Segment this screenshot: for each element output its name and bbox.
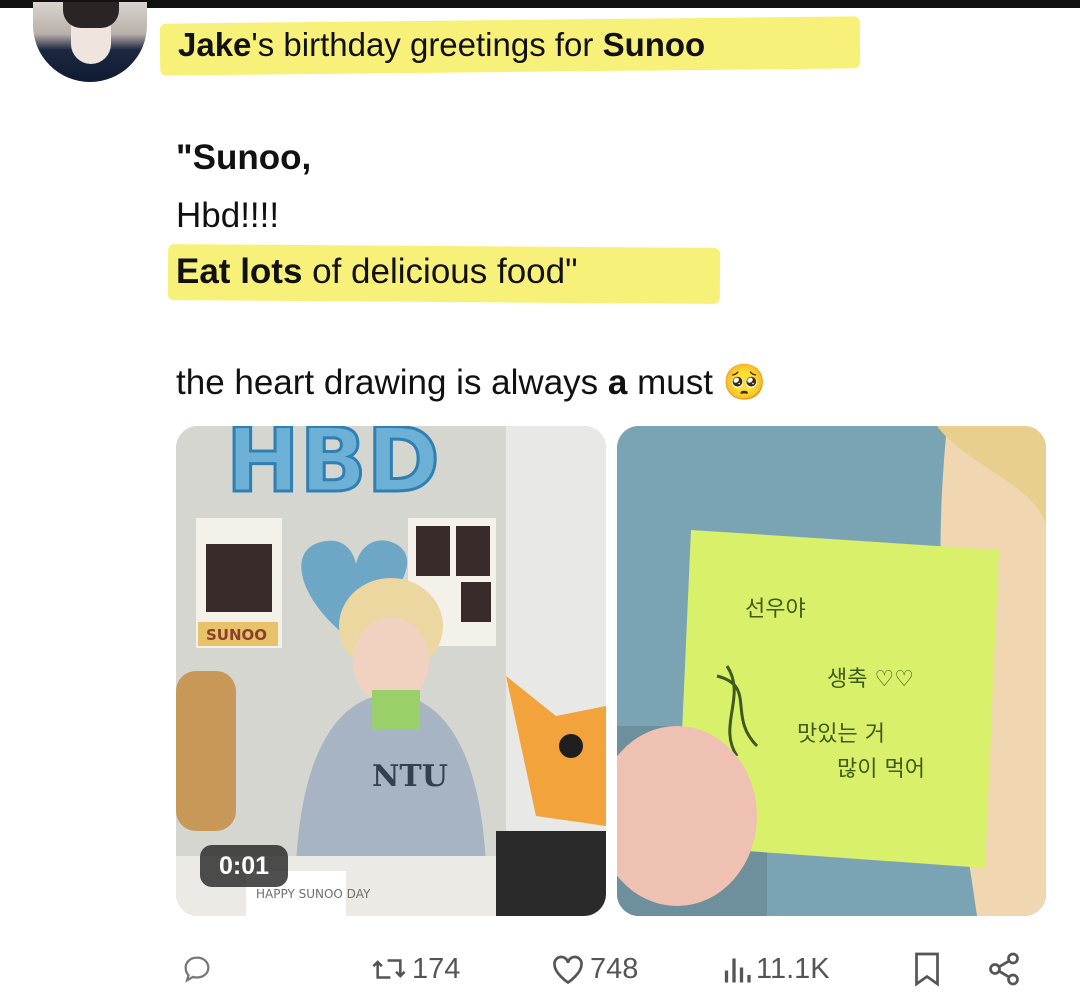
quote-line-3: Eat lots of delicious food" — [176, 252, 578, 292]
video-scene: HBD SUNOO NTU HAPPY SUNOO DAY — [176, 426, 606, 916]
quote-rest: of delicious food" — [302, 252, 578, 291]
reply-button[interactable] — [180, 945, 214, 993]
note-scene: 선우야 생축 ♡♡ 맛있는 거 많이 먹어 — [617, 426, 1046, 916]
retweet-button[interactable]: 174 — [370, 945, 460, 993]
avatar[interactable] — [33, 2, 147, 82]
bookmark-icon — [915, 952, 939, 987]
title-name-jake[interactable]: Jake — [178, 26, 251, 63]
views-count: 11.1K — [756, 952, 830, 985]
top-bar — [0, 0, 1080, 8]
comment-line: the heart drawing is always a must 🥺 — [176, 362, 766, 403]
shirt-text: NTU — [372, 759, 448, 794]
note-line-3: 맛있는 거 — [797, 722, 885, 747]
like-count: 748 — [590, 952, 639, 985]
image-thumbnail[interactable]: 선우야 생축 ♡♡ 맛있는 거 많이 먹어 — [617, 426, 1046, 916]
avatar-hair — [63, 2, 119, 28]
pleading-emoji-icon: 🥺 — [722, 363, 767, 402]
retweet-count: 174 — [412, 952, 461, 985]
note-line-4: 많이 먹어 — [837, 757, 925, 782]
hbd-balloons: HBD — [226, 426, 440, 512]
comment-bold: a — [607, 363, 628, 402]
views-button[interactable]: 11.1K — [722, 945, 830, 993]
views-icon — [724, 958, 751, 983]
heart-icon — [553, 955, 583, 985]
share-icon — [989, 952, 1019, 986]
share-button[interactable] — [986, 945, 1022, 993]
cake-text: HAPPY SUNOO DAY — [256, 887, 371, 901]
video-thumbnail[interactable]: HBD SUNOO NTU HAPPY SUNOO DAY — [176, 426, 606, 916]
title-name-sunoo[interactable]: Sunoo — [603, 26, 706, 63]
note-line-2: 생축 ♡♡ — [827, 667, 914, 692]
quote-line-2: Hbd!!!! — [176, 196, 280, 235]
comment-post: must — [627, 363, 713, 402]
video-time-badge: 0:01 — [200, 845, 288, 887]
action-bar: 174 748 11.1K — [0, 945, 1080, 995]
note-line-1: 선우야 — [745, 597, 806, 622]
quote-bold: Eat lots — [176, 252, 303, 291]
quote-line-1: "Sunoo, — [176, 138, 312, 177]
bookmark-button[interactable] — [912, 945, 942, 993]
comment-pre: the heart drawing is always — [176, 363, 608, 402]
reply-icon — [184, 956, 210, 983]
retweet-icon — [372, 959, 406, 979]
like-button[interactable]: 748 — [550, 945, 638, 993]
tweet-title: Jake's birthday greetings for Sunoo — [178, 26, 705, 64]
title-mid: 's birthday greetings for — [251, 26, 603, 63]
poster-text: SUNOO — [206, 626, 267, 644]
